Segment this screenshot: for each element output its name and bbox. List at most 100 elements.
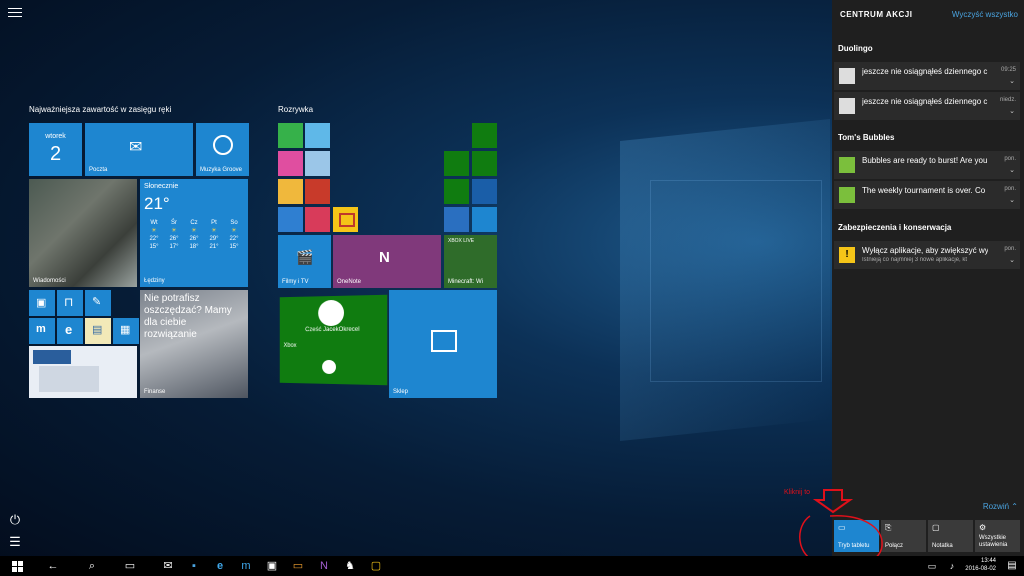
onenote-taskbar-icon[interactable]: N: [316, 558, 332, 574]
notification-time: pon.: [1004, 156, 1016, 162]
chevron-down-icon[interactable]: ⌄: [1009, 77, 1015, 85]
app-tile-notes[interactable]: ▤: [85, 318, 111, 344]
mail-tile[interactable]: ✉ Poczta: [85, 123, 193, 176]
chevron-down-icon[interactable]: ⌄: [1009, 166, 1015, 174]
search-icon[interactable]: ⌕: [84, 558, 100, 574]
forecast-high: 29°: [209, 236, 219, 242]
films-tile[interactable]: 🎬 Filmy i TV: [278, 235, 331, 288]
warning-icon: !: [839, 247, 855, 263]
forecast-low: 15°: [149, 244, 159, 250]
expand-label: Rozwiń: [982, 502, 1010, 511]
minecraft-tile-label: Minecraft: Wi: [448, 279, 484, 285]
game-tile-7[interactable]: [278, 207, 303, 232]
store-tile-label: Sklep: [393, 389, 409, 395]
game-tile-2[interactable]: [305, 123, 330, 148]
game-tile-1[interactable]: [278, 123, 303, 148]
taskbar-clock[interactable]: 13:44 2016-08-02: [965, 557, 996, 573]
notification[interactable]: jeszcze nie osiągnąłeś dziennego c niedz…: [834, 92, 1020, 120]
mail-taskbar-icon[interactable]: ✉: [160, 558, 176, 574]
chevron-down-icon[interactable]: ⌄: [1009, 107, 1015, 115]
finance-tile[interactable]: Nie potrafisz oszczędzać? Mamy dla ciebi…: [140, 290, 248, 398]
notification[interactable]: jeszcze nie osiągnąłeś dziennego c 09:25…: [834, 62, 1020, 90]
game-tile-10[interactable]: [472, 123, 497, 148]
app-tile-photos[interactable]: ▦: [113, 318, 139, 344]
onenote-tile[interactable]: N OneNote: [333, 235, 441, 288]
forecast-day: Cz ☀ 26° 18°: [184, 219, 204, 251]
game-tile-8[interactable]: [305, 207, 330, 232]
notif-group-security[interactable]: Zabezpieczenia i konserwacja: [838, 223, 951, 232]
app-tile-edge[interactable]: e: [57, 318, 83, 344]
notes-taskbar-icon[interactable]: ▢: [368, 558, 384, 574]
notif-group-toms-bubbles[interactable]: Tom's Bubbles: [838, 133, 894, 142]
app-tile-maxthon[interactable]: m: [29, 318, 55, 344]
network-icon[interactable]: ▭: [924, 558, 940, 574]
start-button[interactable]: [8, 558, 28, 574]
xbox-icon: [322, 359, 336, 375]
action-center-icon[interactable]: ▤: [1004, 558, 1020, 574]
minecraft-tile[interactable]: XBOX LIVE Minecraft: Wi: [444, 235, 497, 288]
chevron-down-icon[interactable]: ⌄: [1009, 196, 1015, 204]
chevron-down-icon[interactable]: ⌄: [1009, 256, 1015, 264]
game-tile-12[interactable]: [472, 151, 497, 176]
calendar-day-name: wtorek: [45, 133, 66, 140]
app-tile-mail-small[interactable]: ▣: [29, 290, 55, 316]
game-tile-5[interactable]: [278, 179, 303, 204]
task-view-icon[interactable]: ▭: [122, 558, 138, 574]
game-tile-13[interactable]: [444, 179, 469, 204]
notification[interactable]: Bubbles are ready to burst! Are you pon.…: [834, 151, 1020, 179]
explorer-icon[interactable]: ▭: [290, 558, 306, 574]
onenote-icon: N: [379, 249, 390, 266]
notif-group-duolingo[interactable]: Duolingo: [838, 44, 873, 53]
game-tile-11[interactable]: [444, 151, 469, 176]
game-tile-4[interactable]: [305, 151, 330, 176]
desktop-preview-tile[interactable]: [29, 346, 137, 398]
action-center-title: CENTRUM AKCJI: [840, 10, 913, 19]
game-tile-9[interactable]: [333, 207, 358, 232]
store-tile[interactable]: Sklep: [389, 290, 497, 398]
back-arrow-icon[interactable]: ←: [45, 558, 61, 574]
notification[interactable]: ! Wyłącz aplikacje, aby zwiększyć wy Ist…: [834, 241, 1020, 269]
group-title-top[interactable]: Najważniejsza zawartość w zasięgu ręki: [29, 105, 171, 114]
hamburger-menu-icon[interactable]: [8, 8, 22, 20]
notification[interactable]: The weekly tournament is over. Co pon. ⌄: [834, 181, 1020, 209]
forecast-day: Pt ☀ 29° 21°: [204, 219, 224, 251]
gear-icon: ⚙: [979, 523, 987, 532]
all-apps-icon[interactable]: ☰: [6, 533, 24, 551]
chevron-up-icon: ⌃: [1011, 502, 1018, 511]
volume-icon[interactable]: ♪: [944, 558, 960, 574]
xbox-tile-label: Xbox: [283, 342, 297, 349]
expand-link[interactable]: Rozwiń ⌃: [983, 502, 1018, 511]
game-tile-15[interactable]: [444, 207, 469, 232]
save-disk-icon[interactable]: ▪: [186, 558, 202, 574]
game-tile-6[interactable]: [305, 179, 330, 204]
groove-tile[interactable]: Muzyka Groove: [196, 123, 249, 176]
xbox-avatar: [318, 299, 345, 327]
clear-all-link[interactable]: Wyczyść wszystko: [952, 10, 1018, 19]
maxthon-taskbar-icon[interactable]: m: [238, 558, 254, 574]
duolingo-icon: [839, 98, 855, 114]
xbox-tile[interactable]: Cześć JacekOkrecel Xbox: [279, 294, 388, 386]
notification-text: Wyłącz aplikacje, aby zwiększyć wy: [862, 246, 988, 255]
weather-tile[interactable]: Słonecznie 21° Wt ☀ 22° 15° Śr ☀ 26° 17° Cz ☀ 26° 1…: [140, 179, 248, 287]
notification-text: jeszcze nie osiągnąłeś dziennego c: [862, 67, 988, 76]
power-icon[interactable]: ⏻: [6, 511, 24, 529]
groove-tile-label: Muzyka Groove: [200, 167, 243, 173]
group-title-entertainment[interactable]: Rozrywka: [278, 105, 313, 114]
quick-action-note[interactable]: ▢ Notatka: [928, 520, 973, 552]
store-taskbar-icon[interactable]: ▣: [264, 558, 280, 574]
edge-taskbar-icon[interactable]: e: [212, 558, 228, 574]
app-taskbar-icon[interactable]: ♞: [342, 558, 358, 574]
forecast-high: 22°: [149, 236, 159, 242]
game-tile-14[interactable]: [472, 179, 497, 204]
app-tile-office[interactable]: ⊓: [57, 290, 83, 316]
app-tile-paint[interactable]: ✎: [85, 290, 111, 316]
forecast-high: 22°: [229, 236, 239, 242]
game-tile-16[interactable]: [472, 207, 497, 232]
game-tile-3[interactable]: [278, 151, 303, 176]
news-tile[interactable]: Wiadomości: [29, 179, 137, 287]
calendar-tile[interactable]: wtorek 2: [29, 123, 82, 176]
films-tile-label: Filmy i TV: [282, 279, 309, 285]
quick-action-all-settings[interactable]: ⚙ Wszystkie ustawienia: [975, 520, 1020, 552]
forecast-day-name: So: [230, 220, 238, 226]
weather-temp: 21°: [144, 194, 170, 213]
